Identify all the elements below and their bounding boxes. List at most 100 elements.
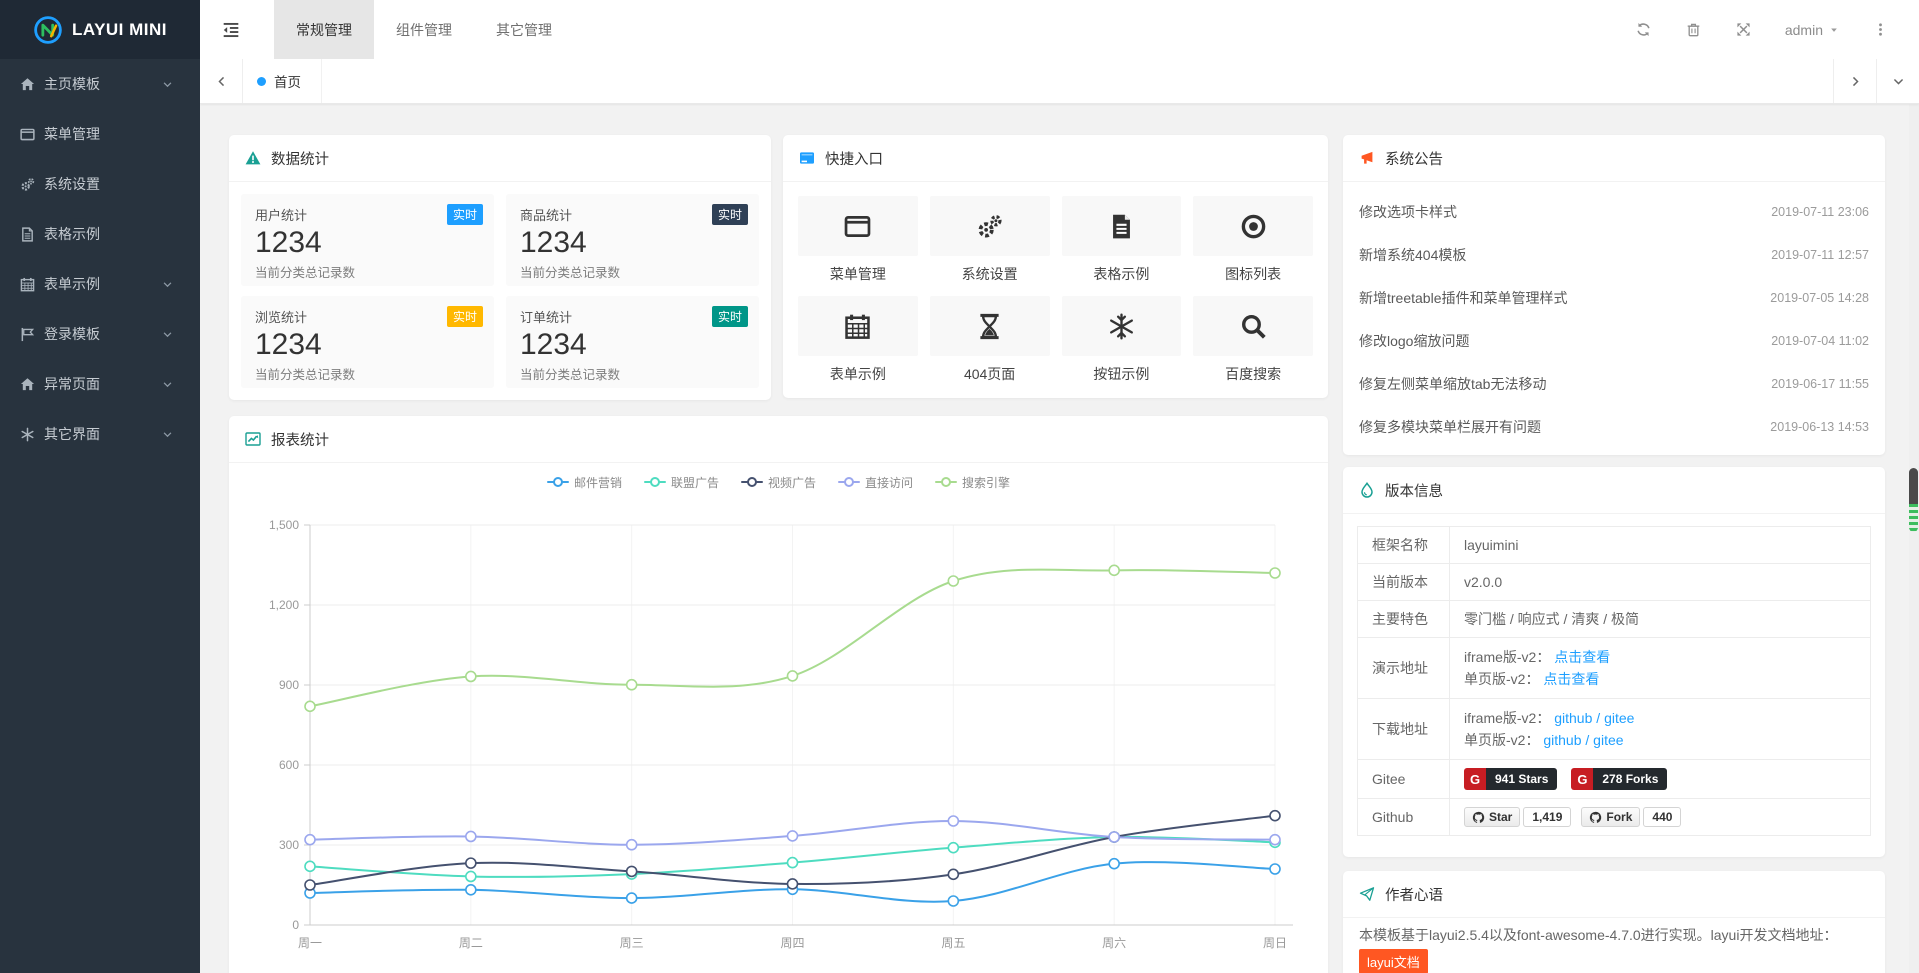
sidebar-item-2[interactable]: 系统设置 (0, 159, 200, 209)
github-star-count[interactable]: 1,419 (1523, 807, 1571, 827)
legend-item-0[interactable]: 邮件营销 (547, 474, 622, 491)
warning-triangle-icon (245, 150, 261, 166)
quick-entry-grid: 菜单管理系统设置表格示例图标列表表单示例 404页面按钮示例百度搜索 (783, 182, 1328, 398)
quick-entry-6[interactable]: 按钮示例 (1062, 296, 1182, 384)
notice-row-2[interactable]: 新增treetable插件和菜单管理样式2019-07-05 14:28 (1359, 276, 1869, 319)
header-tab-2[interactable]: 其它管理 (474, 0, 574, 59)
stat-card-3[interactable]: 订单统计1234当前分类总记录数实时 (506, 296, 759, 388)
droplet-icon (1359, 482, 1375, 498)
legend-item-3[interactable]: 直接访问 (838, 474, 913, 491)
quick-entry-3[interactable]: 图标列表 (1193, 196, 1313, 284)
notice-row-0[interactable]: 修改选项卡样式2019-07-11 23:06 (1359, 190, 1869, 233)
tab-home[interactable]: 首页 (243, 59, 322, 103)
app-logo[interactable]: LAYUI MINI (0, 0, 200, 59)
header-tab-0[interactable]: 常规管理 (274, 0, 374, 59)
link-github[interactable]: github (1543, 732, 1581, 748)
version-link-line: 单页版-v2： 点击查看 (1464, 668, 1856, 690)
header-tab-1[interactable]: 组件管理 (374, 0, 474, 59)
user-dropdown[interactable]: admin (1769, 22, 1855, 38)
sidebar-item-5[interactable]: 登录模板 (0, 309, 200, 359)
version-row-5: GiteeG941 StarsG278 Forks (1358, 760, 1871, 799)
quick-entry-label: 按钮示例 (1062, 364, 1182, 384)
version-row-1: 当前版本v2.0.0 (1358, 564, 1871, 601)
github-star-button[interactable]: Star (1464, 807, 1520, 827)
version-link-line: iframe版-v2： github / gitee (1464, 707, 1856, 729)
gitee-badge[interactable]: G278 Forks (1571, 768, 1667, 790)
svg-text:周一: 周一 (298, 936, 322, 950)
version-value: v2.0.0 (1464, 574, 1502, 590)
github-fork-count[interactable]: 440 (1643, 807, 1681, 827)
stat-desc: 当前分类总记录数 (520, 262, 745, 281)
page-scrollbar-track[interactable] (1909, 104, 1919, 973)
tabs-scroll-right-button[interactable] (1833, 59, 1876, 103)
notice-date: 2019-06-17 11:55 (1771, 377, 1869, 391)
legend-item-4[interactable]: 搜索引擎 (935, 474, 1010, 491)
link-gitee[interactable]: gitee (1593, 732, 1623, 748)
notice-title: 修复左侧菜单缩放tab无法移动 (1359, 374, 1546, 394)
author-intro: 本模板基于layui2.5.4以及font-awesome-4.7.0进行实现。… (1359, 924, 1869, 946)
quick-entry-label: 表单示例 (798, 364, 918, 384)
svg-text:900: 900 (279, 678, 299, 692)
refresh-button[interactable] (1619, 21, 1669, 39)
panel-title: 报表统计 (271, 429, 329, 450)
version-row-4: 下载地址iframe版-v2： github / gitee单页版-v2： gi… (1358, 699, 1871, 760)
github-fork-button[interactable]: Fork (1581, 807, 1640, 827)
link-点击查看[interactable]: 点击查看 (1543, 671, 1599, 687)
quick-entry-2[interactable]: 表格示例 (1062, 196, 1182, 284)
realtime-badge: 实时 (447, 204, 483, 225)
tabs-menu-button[interactable] (1876, 59, 1919, 103)
more-menu-button[interactable] (1855, 21, 1905, 39)
legend-item-1[interactable]: 联盟广告 (644, 474, 719, 491)
svg-text:周四: 周四 (780, 936, 804, 950)
notice-row-4[interactable]: 修复左侧菜单缩放tab无法移动 2019-06-17 11:55 (1359, 362, 1869, 405)
chevron-down-icon (162, 429, 173, 440)
octocat-icon (1472, 811, 1485, 824)
sidebar-item-1[interactable]: 菜单管理 (0, 109, 200, 159)
tabs-scroll-left-button[interactable] (200, 59, 243, 103)
notice-row-3[interactable]: 修改logo缩放问题2019-07-04 11:02 (1359, 319, 1869, 362)
stat-card-2[interactable]: 浏览统计1234当前分类总记录数实时 (241, 296, 494, 388)
notice-row-1[interactable]: 新增系统404模板2019-07-11 12:57 (1359, 233, 1869, 276)
svg-text:300: 300 (279, 838, 299, 852)
clear-cache-button[interactable] (1669, 21, 1719, 39)
sidebar-item-6[interactable]: 异常页面 (0, 359, 200, 409)
legend-item-2[interactable]: 视频广告 (741, 474, 816, 491)
dotcircle-icon (1240, 213, 1267, 240)
link-点击查看[interactable]: 点击查看 (1554, 649, 1610, 665)
quick-entry-1[interactable]: 系统设置 (930, 196, 1050, 284)
outdent-icon (222, 21, 240, 39)
stat-card-0[interactable]: 用户统计1234当前分类总记录数实时 (241, 194, 494, 286)
quick-entry-4[interactable]: 表单示例 (798, 296, 918, 384)
link-github[interactable]: github (1554, 710, 1592, 726)
quick-entry-7[interactable]: 百度搜索 (1193, 296, 1313, 384)
quick-entry-5[interactable]: 404页面 (930, 296, 1050, 384)
realtime-badge: 实时 (712, 204, 748, 225)
sidebar-collapse-button[interactable] (200, 0, 262, 59)
quick-entry-0[interactable]: 菜单管理 (798, 196, 918, 284)
chevron-down-icon (162, 279, 173, 290)
sidebar-item-0[interactable]: 主页模板 (0, 59, 200, 109)
page-tab-bar: 首页 (200, 59, 1919, 104)
sidebar-item-7[interactable]: 其它界面 (0, 409, 200, 459)
panel-title: 作者心语 (1385, 884, 1443, 905)
panel-title: 系统公告 (1385, 148, 1443, 169)
panel-report-stats: 报表统计 邮件营销联盟广告视频广告直接访问搜索引擎 03006009001,20… (229, 416, 1328, 973)
home-icon (20, 77, 35, 92)
link-gitee[interactable]: gitee (1604, 710, 1634, 726)
sidebar-item-4[interactable]: 表单示例 (0, 259, 200, 309)
layui-doc-button[interactable]: layui文档 (1359, 949, 1428, 973)
sidebar-item-3[interactable]: 表格示例 (0, 209, 200, 259)
fullscreen-button[interactable] (1719, 21, 1769, 39)
notice-row-5[interactable]: 修复多模块菜单栏展开有问题2019-06-13 14:53 (1359, 405, 1869, 448)
link-separator: / (1585, 732, 1589, 748)
gitee-badge[interactable]: G941 Stars (1464, 768, 1557, 790)
page-scrollbar-thumb[interactable] (1909, 468, 1918, 532)
version-value: layuimini (1464, 537, 1518, 553)
version-row-6: GithubStar1,419Fork440 (1358, 799, 1871, 836)
quick-entry-label: 系统设置 (930, 264, 1050, 284)
top-header: 常规管理组件管理其它管理 admin (200, 0, 1919, 59)
gitee-badge-label: 941 Stars (1486, 768, 1557, 790)
stat-cards: 用户统计1234当前分类总记录数实时商品统计1234当前分类总记录数实时浏览统计… (229, 182, 771, 400)
stat-card-1[interactable]: 商品统计1234当前分类总记录数实时 (506, 194, 759, 286)
notice-title: 新增treetable插件和菜单管理样式 (1359, 288, 1567, 308)
